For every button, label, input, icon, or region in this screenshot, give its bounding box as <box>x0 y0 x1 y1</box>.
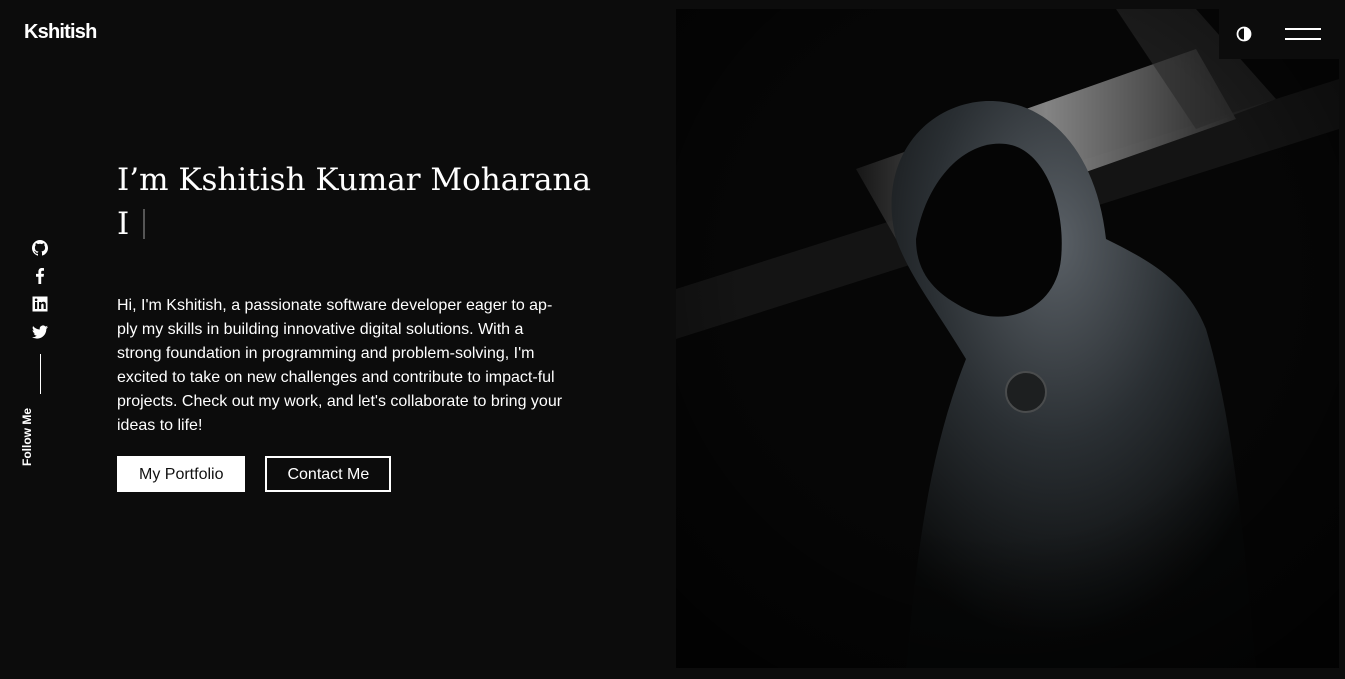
linkedin-icon[interactable] <box>32 296 48 312</box>
contact-me-button[interactable]: Contact Me <box>265 456 392 492</box>
hamburger-menu-icon[interactable] <box>1285 27 1321 41</box>
my-portfolio-button[interactable]: My Portfolio <box>117 456 246 492</box>
github-icon[interactable] <box>32 240 48 256</box>
hero-photo <box>676 9 1339 668</box>
social-links <box>30 240 50 394</box>
top-bar <box>1219 9 1345 59</box>
typed-text-value: I <box>117 206 130 242</box>
hero-section: I’m Kshitish Kumar Moharana I Hi, I'm Ks… <box>117 160 591 492</box>
page: Kshitish Follow Me I’m Kshitish Kumar Mo… <box>0 0 1345 679</box>
hero-buttons: My Portfolio Contact Me <box>117 456 577 492</box>
social-divider <box>39 354 41 394</box>
contrast-icon[interactable] <box>1236 26 1252 42</box>
follow-me-label: Follow Me <box>20 408 34 466</box>
hero-title: I’m Kshitish Kumar Moharana <box>117 162 591 198</box>
hero-intro: Hi, I'm Kshitish, a passionate software … <box>117 297 563 434</box>
logo[interactable]: Kshitish <box>24 21 97 44</box>
typed-text: I <box>117 206 577 242</box>
hooded-figure-image <box>676 9 1339 668</box>
facebook-icon[interactable] <box>32 268 48 284</box>
twitter-icon[interactable] <box>32 324 48 340</box>
typing-caret <box>143 209 146 239</box>
